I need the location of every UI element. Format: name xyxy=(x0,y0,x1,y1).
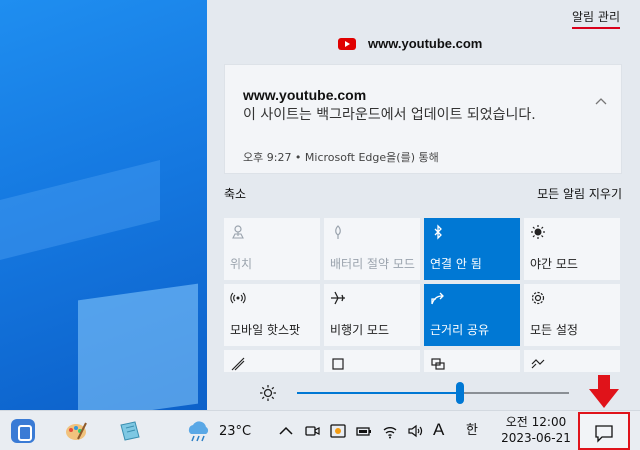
tile-connect[interactable] xyxy=(524,350,620,372)
notification-meta: 오후 9:27 • Microsoft Edge을(를) 통해 xyxy=(243,151,439,164)
network-icon xyxy=(231,357,245,371)
collapse-button[interactable]: 축소 xyxy=(224,185,246,202)
night-light-icon xyxy=(531,225,545,239)
tile-network[interactable] xyxy=(224,350,320,372)
launcher-button[interactable] xyxy=(11,419,35,443)
gear-icon xyxy=(531,291,545,305)
project-icon xyxy=(431,358,445,370)
battery-saver-icon xyxy=(335,225,341,239)
tile-label: 근거리 공유 xyxy=(430,323,490,337)
connect-icon xyxy=(531,359,545,369)
brightness-icon xyxy=(260,385,276,401)
tile-all-settings[interactable]: 모든 설정 xyxy=(524,284,620,346)
action-center-panel: 알림 관리 www.youtube.com www.youtube.com 이 … xyxy=(207,0,640,410)
camera-icon[interactable] xyxy=(304,423,320,439)
notification-icon xyxy=(595,425,613,443)
tile-bluetooth[interactable]: 연결 안 됨 xyxy=(424,218,520,280)
manage-notifications-link[interactable]: 알림 관리 xyxy=(572,8,620,29)
notepad-app-icon[interactable] xyxy=(118,419,142,443)
security-app-icon[interactable] xyxy=(330,423,346,439)
tile-project[interactable] xyxy=(424,350,520,372)
brightness-slider-thumb[interactable] xyxy=(456,382,465,404)
notification-body: 이 사이트는 백그라운드에서 업데이트 되었습니다. xyxy=(243,107,536,123)
brightness-slider-fill xyxy=(297,392,461,394)
tile-mobile-hotspot[interactable]: 모바일 핫스팟 xyxy=(224,284,320,346)
clear-all-notifications-button[interactable]: 모든 알림 지우기 xyxy=(537,185,622,202)
youtube-icon xyxy=(338,37,356,50)
vpn-icon xyxy=(332,358,344,370)
tile-label: 배터리 절약 모드 xyxy=(330,257,415,271)
battery-icon[interactable] xyxy=(356,423,372,439)
clock-time: 오전 12:00 xyxy=(505,415,567,429)
airplane-icon xyxy=(331,291,345,305)
brightness-slider[interactable] xyxy=(297,382,569,404)
notification-card[interactable]: www.youtube.com 이 사이트는 백그라운드에서 업데이트 되었습니… xyxy=(224,64,622,174)
launcher-icon xyxy=(11,419,35,443)
hotspot-icon xyxy=(230,292,246,304)
weather-widget[interactable]: 23°C xyxy=(185,420,251,442)
ime-indicator[interactable]: 한 xyxy=(462,421,482,441)
wallpaper-window-pane xyxy=(78,283,198,410)
tile-vpn[interactable] xyxy=(324,350,420,372)
red-arrow-annotation xyxy=(589,375,619,408)
tile-night-light[interactable]: 야간 모드 xyxy=(524,218,620,280)
chevron-up-icon[interactable] xyxy=(595,95,607,107)
tile-battery-saver[interactable]: 배터리 절약 모드 xyxy=(324,218,420,280)
taskbar: 23°C A 한 오전 12:00 2023-06-21 xyxy=(0,410,640,450)
cloud-rain-icon xyxy=(188,421,209,442)
notification-app-header: www.youtube.com xyxy=(338,36,482,51)
clock-date: 2023-06-21 xyxy=(501,431,571,445)
temperature-label: 23°C xyxy=(219,423,252,439)
tile-label: 연결 안 됨 xyxy=(430,257,482,271)
notification-title: www.youtube.com xyxy=(243,87,367,103)
nearby-share-icon xyxy=(431,292,444,305)
paint-app-icon[interactable] xyxy=(64,419,88,443)
tile-nearby-share[interactable]: 근거리 공유 xyxy=(424,284,520,346)
clock[interactable]: 오전 12:00 2023-06-21 xyxy=(498,414,574,446)
tile-airplane-mode[interactable]: 비행기 모드 xyxy=(324,284,420,346)
input-language-indicator[interactable]: A xyxy=(433,420,444,440)
tile-location[interactable]: 위치 xyxy=(224,218,320,280)
notification-app-name: www.youtube.com xyxy=(368,36,483,51)
tile-label: 비행기 모드 xyxy=(330,323,390,337)
tile-label: 야간 모드 xyxy=(530,257,578,271)
wallpaper-shape xyxy=(0,160,160,260)
location-icon xyxy=(232,225,244,239)
chevron-up-tray-icon[interactable] xyxy=(278,423,294,439)
bluetooth-icon xyxy=(434,224,442,240)
brightness-bar xyxy=(207,372,640,410)
volume-icon[interactable] xyxy=(407,423,423,439)
wifi-icon[interactable] xyxy=(382,423,398,439)
tile-label: 모바일 핫스팟 xyxy=(230,323,301,337)
notification-center-button[interactable] xyxy=(578,412,630,450)
tile-label: 모든 설정 xyxy=(530,323,578,337)
tile-label: 위치 xyxy=(230,257,253,271)
